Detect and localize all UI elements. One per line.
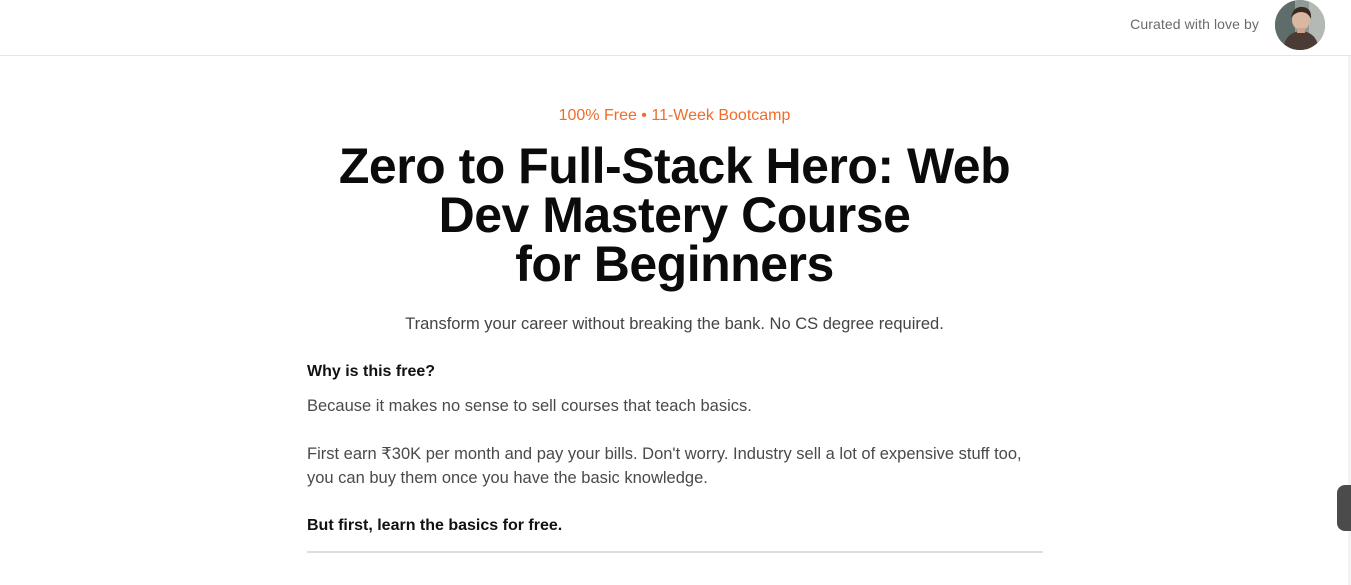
page-subtitle: Transform your career without breaking t… xyxy=(405,315,944,333)
side-handle[interactable] xyxy=(1337,485,1351,531)
title-line: Dev Mastery Course xyxy=(438,187,911,243)
main-content: 100% Free • 11-Week Bootcamp Zero to Ful… xyxy=(0,56,1351,585)
curated-by-text: Curated with love by xyxy=(1130,16,1259,32)
why-free-heading: Why is this free? xyxy=(307,363,436,380)
eyebrow-badge: 100% Free • 11-Week Bootcamp xyxy=(558,107,791,124)
why-free-paragraph: First earn ₹30K per month and pay your b… xyxy=(307,445,1022,487)
avatar-photo-icon xyxy=(1275,0,1325,50)
closing-statement: But first, learn the basics for free. xyxy=(307,517,563,534)
title-line: for Beginners xyxy=(515,236,834,292)
section-divider xyxy=(307,551,1043,553)
why-free-paragraph: Because it makes no sense to sell course… xyxy=(307,397,752,415)
page-title: Zero to Full-Stack Hero: Web Dev Mastery… xyxy=(320,138,1029,292)
why-free-section: Why is this free? Because it makes no se… xyxy=(307,362,1043,538)
avatar[interactable] xyxy=(1275,0,1325,50)
top-bar: Curated with love by xyxy=(0,0,1351,56)
title-line: Zero to Full-Stack Hero: Web xyxy=(338,138,1011,194)
